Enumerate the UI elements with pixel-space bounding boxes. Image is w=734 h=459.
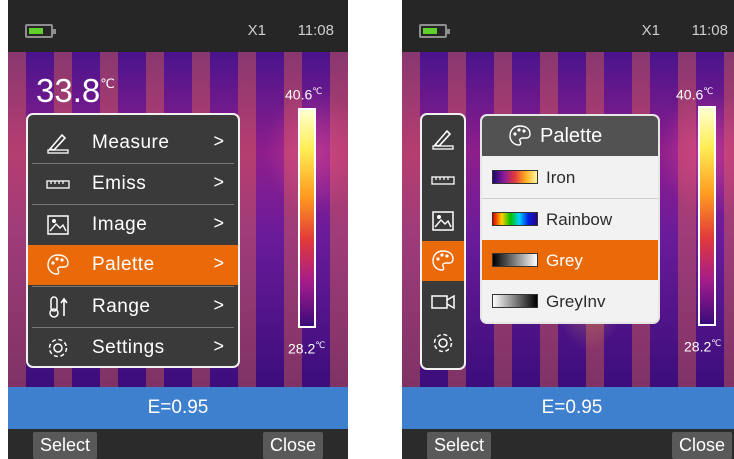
greyinv-swatch (492, 294, 538, 308)
palette-title: Palette (540, 125, 603, 147)
clock: 11:08 (297, 22, 334, 39)
palette-option-label: Iron (546, 168, 576, 187)
main-menu: Measure > Emiss > Image > Palette > Rang… (26, 113, 240, 368)
chevron-right-icon: > (213, 213, 224, 233)
side-image[interactable] (422, 201, 464, 241)
menu-item-image[interactable]: Image > (28, 205, 238, 245)
close-button[interactable]: Close (671, 432, 732, 459)
side-measure[interactable] (422, 119, 464, 159)
scale-min-temp: 28.2℃ (288, 340, 326, 357)
emissivity-icon (46, 172, 70, 196)
menu-label: Image (92, 214, 148, 235)
emissivity-display: E=0.95 (402, 387, 734, 429)
image-icon (431, 209, 455, 233)
image-icon (46, 213, 70, 237)
palette-icon (508, 124, 532, 148)
color-scale-bar (698, 106, 716, 326)
chevron-right-icon: > (213, 172, 224, 192)
status-bar: X1 11:08 (8, 0, 348, 52)
iron-swatch (492, 170, 538, 184)
clock: 11:08 (691, 22, 728, 39)
chevron-right-icon: > (213, 336, 224, 356)
menu-item-measure[interactable]: Measure > (28, 123, 238, 163)
emissivity-icon (431, 168, 455, 192)
side-emiss[interactable] (422, 160, 464, 200)
chevron-right-icon: > (213, 253, 224, 273)
gear-icon (431, 331, 455, 355)
menu-label: Palette (92, 254, 155, 275)
palette-option-rainbow[interactable]: Rainbow (482, 199, 658, 239)
rainbow-swatch (492, 212, 538, 226)
softkey-bar: Select Close (402, 429, 734, 459)
center-temperature: 33.8℃ (36, 72, 115, 109)
scale-min-temp: 28.2℃ (684, 338, 722, 355)
menu-item-emiss[interactable]: Emiss > (28, 164, 238, 204)
color-scale-bar (298, 108, 316, 328)
scale-max-temp: 40.6℃ (676, 86, 714, 103)
camera-screen-palette: X1 11:08 40.6℃ 28.2℃ Palette Iron Rainbo… (402, 0, 734, 459)
palette-icon (46, 253, 70, 277)
video-icon (431, 290, 455, 314)
side-video[interactable] (422, 282, 464, 322)
status-bar: X1 11:08 (402, 0, 734, 52)
grey-swatch (492, 253, 538, 267)
zoom-level: X1 (247, 22, 266, 39)
palette-option-greyinv[interactable]: GreyInv (482, 281, 658, 321)
menu-item-range[interactable]: Range > (28, 287, 238, 327)
palette-icon (431, 249, 455, 273)
palette-option-label: GreyInv (546, 292, 606, 311)
menu-label: Measure (92, 132, 170, 153)
palette-option-label: Rainbow (546, 210, 613, 229)
gear-icon (46, 336, 70, 360)
palette-header: Palette (482, 116, 658, 156)
menu-label: Emiss (92, 173, 147, 194)
palette-option-label: Grey (546, 251, 583, 270)
side-settings[interactable] (422, 323, 464, 363)
zoom-level: X1 (641, 22, 660, 39)
select-button[interactable]: Select (427, 432, 492, 459)
side-palette[interactable] (422, 241, 464, 281)
chevron-right-icon: > (213, 295, 224, 315)
softkey-bar: Select Close (8, 429, 348, 459)
palette-option-iron[interactable]: Iron (482, 157, 658, 197)
menu-item-palette[interactable]: Palette > (28, 245, 238, 285)
camera-screen-menu: X1 11:08 33.8℃ 40.6℃ 28.2℃ Measure > Emi… (8, 0, 348, 459)
thermometer-icon (46, 295, 70, 319)
select-button[interactable]: Select (33, 432, 98, 459)
palette-option-grey[interactable]: Grey (482, 240, 658, 280)
menu-icon-column (420, 113, 466, 370)
palette-popup: Palette Iron Rainbow Grey GreyInv (480, 114, 660, 324)
measure-icon (46, 131, 70, 155)
menu-label: Range (92, 296, 151, 317)
chevron-right-icon: > (213, 131, 224, 151)
menu-label: Settings (92, 337, 165, 358)
battery-icon (419, 24, 450, 38)
emissivity-display: E=0.95 (8, 387, 348, 429)
scale-max-temp: 40.6℃ (285, 86, 323, 103)
measure-icon (431, 127, 455, 151)
battery-icon (25, 24, 56, 38)
close-button[interactable]: Close (262, 432, 323, 459)
menu-item-settings[interactable]: Settings > (28, 328, 238, 366)
